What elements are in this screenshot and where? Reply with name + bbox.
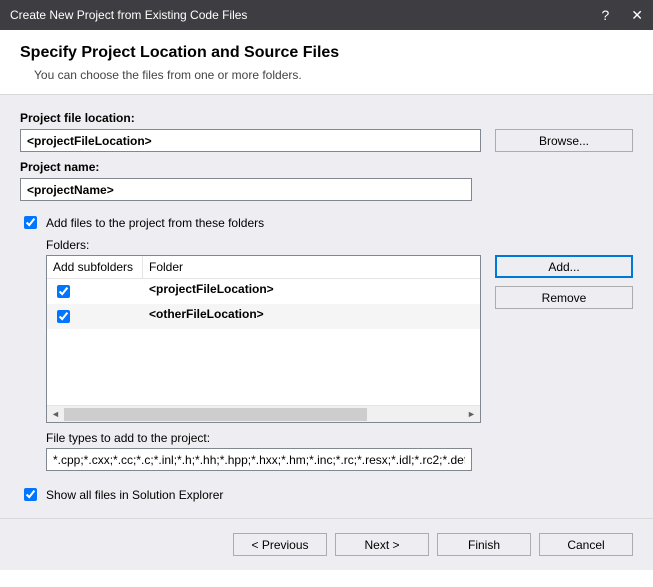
titlebar: Create New Project from Existing Code Fi… xyxy=(0,0,653,30)
page-title: Specify Project Location and Source File… xyxy=(20,44,633,62)
col-add-subfolders[interactable]: Add subfolders xyxy=(47,256,143,278)
project-name-input[interactable] xyxy=(20,178,472,201)
file-types-input[interactable] xyxy=(46,448,472,471)
folders-table: Add subfolders Folder <projectFileLocati… xyxy=(46,255,481,423)
finish-button[interactable]: Finish xyxy=(437,533,531,556)
browse-button[interactable]: Browse... xyxy=(495,129,633,152)
scroll-thumb[interactable] xyxy=(64,408,367,421)
file-types-label: File types to add to the project: xyxy=(46,431,633,445)
project-file-location-input[interactable] xyxy=(20,129,481,152)
folders-label: Folders: xyxy=(46,238,633,252)
add-files-checkbox-label: Add files to the project from these fold… xyxy=(46,216,264,230)
close-icon[interactable]: ✕ xyxy=(631,7,643,24)
remove-button[interactable]: Remove xyxy=(495,286,633,309)
wizard-footer: < Previous Next > Finish Cancel xyxy=(0,518,653,570)
col-folder[interactable]: Folder xyxy=(143,256,480,278)
horizontal-scrollbar[interactable]: ◄ ► xyxy=(47,405,480,422)
row-folder-cell: <otherFileLocation> xyxy=(143,304,480,329)
scroll-right-icon[interactable]: ► xyxy=(463,406,480,423)
add-files-checkbox[interactable] xyxy=(24,216,37,229)
show-all-files-checkbox[interactable] xyxy=(24,488,37,501)
cancel-button[interactable]: Cancel xyxy=(539,533,633,556)
project-file-location-label: Project file location: xyxy=(20,111,481,125)
table-row[interactable]: <otherFileLocation> xyxy=(47,304,480,329)
help-icon[interactable]: ? xyxy=(601,7,609,23)
page-subtitle: You can choose the files from one or mor… xyxy=(34,68,633,82)
content-area: Project file location: Browse... Project… xyxy=(0,95,653,518)
row-subfolders-checkbox[interactable] xyxy=(57,285,70,298)
row-folder-cell: <projectFileLocation> xyxy=(143,279,480,304)
add-button[interactable]: Add... xyxy=(495,255,633,278)
table-row[interactable]: <projectFileLocation> xyxy=(47,279,480,304)
next-button[interactable]: Next > xyxy=(335,533,429,556)
window-title: Create New Project from Existing Code Fi… xyxy=(10,8,247,22)
show-all-files-label: Show all files in Solution Explorer xyxy=(46,488,223,502)
previous-button[interactable]: < Previous xyxy=(233,533,327,556)
scroll-left-icon[interactable]: ◄ xyxy=(47,406,64,423)
project-name-label: Project name: xyxy=(20,160,472,174)
folders-table-header: Add subfolders Folder xyxy=(47,256,480,279)
row-subfolders-checkbox[interactable] xyxy=(57,310,70,323)
wizard-header: Specify Project Location and Source File… xyxy=(0,30,653,95)
